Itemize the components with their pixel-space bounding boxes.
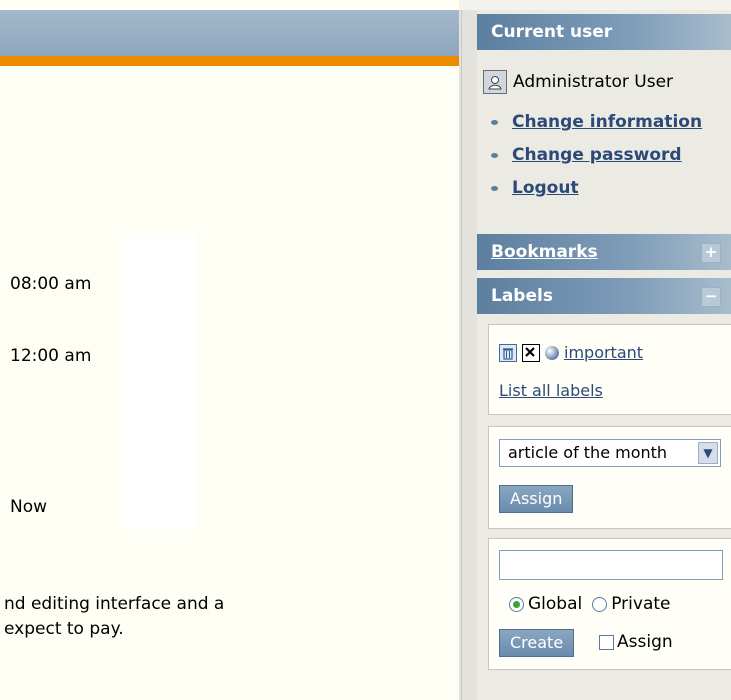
label-select[interactable]: article of the month ▼ xyxy=(499,439,721,467)
label-select-value: article of the month xyxy=(508,443,668,462)
user-info: Administrator User xyxy=(483,70,673,94)
assign-label-panel: article of the month ▼ Assign xyxy=(488,426,731,529)
bookmarks-link[interactable]: Bookmarks xyxy=(491,242,598,262)
scope-radio-group: Global Private xyxy=(509,594,671,614)
assign-checkbox-label: Assign xyxy=(617,632,673,652)
labels-list-panel: important List all labels xyxy=(488,324,731,415)
bookmarks-header: Bookmarks + xyxy=(477,234,731,270)
trash-icon[interactable] xyxy=(499,343,517,362)
logout-item: Logout xyxy=(488,176,702,209)
assign-checkbox[interactable] xyxy=(599,634,614,650)
bookmarks-expand-button[interactable]: + xyxy=(701,243,721,263)
assign-button[interactable]: Assign xyxy=(499,485,574,513)
accent-stripe xyxy=(0,56,459,66)
user-name: Administrator User xyxy=(513,72,674,92)
description-line-1: nd editing interface and a xyxy=(4,594,225,614)
time-start: 08:00 am xyxy=(10,274,92,294)
user-links: Change information Change password Logou… xyxy=(488,110,702,209)
remove-x-icon[interactable] xyxy=(522,343,540,362)
create-label-panel: Global Private Create Assign xyxy=(488,538,731,670)
label-important-link[interactable]: important xyxy=(564,343,643,362)
logout-link[interactable]: Logout xyxy=(512,178,579,198)
change-password-link[interactable]: Change password xyxy=(512,145,682,165)
chevron-down-icon[interactable]: ▼ xyxy=(698,442,718,464)
assign-checkbox-row: Assign xyxy=(599,632,673,652)
labels-collapse-button[interactable]: − xyxy=(701,287,721,307)
divider-line xyxy=(461,10,462,700)
globe-icon xyxy=(545,345,559,360)
change-information-item: Change information xyxy=(488,110,702,143)
main-panel: 08:00 am 12:00 am Now nd editing interfa… xyxy=(0,0,459,700)
list-all-labels-link[interactable]: List all labels xyxy=(499,381,603,400)
user-avatar-icon xyxy=(483,70,507,94)
change-password-item: Change password xyxy=(488,143,702,176)
label-row: important xyxy=(499,343,643,362)
labels-title: Labels xyxy=(491,286,553,306)
global-radio[interactable] xyxy=(509,596,524,612)
global-radio-label: Global xyxy=(528,594,583,614)
description-line-2: expect to pay. xyxy=(4,619,124,639)
main-header-bar xyxy=(0,10,459,56)
private-radio[interactable] xyxy=(592,596,608,612)
change-information-link[interactable]: Change information xyxy=(512,112,702,132)
labels-header: Labels − xyxy=(477,278,731,314)
new-label-input[interactable] xyxy=(499,550,723,580)
time-end: 12:00 am xyxy=(10,346,92,366)
current-user-title: Current user xyxy=(491,22,613,42)
time-now: Now xyxy=(10,497,48,517)
content-column xyxy=(121,234,196,530)
current-user-header: Current user xyxy=(477,14,731,50)
private-radio-label: Private xyxy=(611,594,671,614)
create-button[interactable]: Create xyxy=(499,629,575,657)
